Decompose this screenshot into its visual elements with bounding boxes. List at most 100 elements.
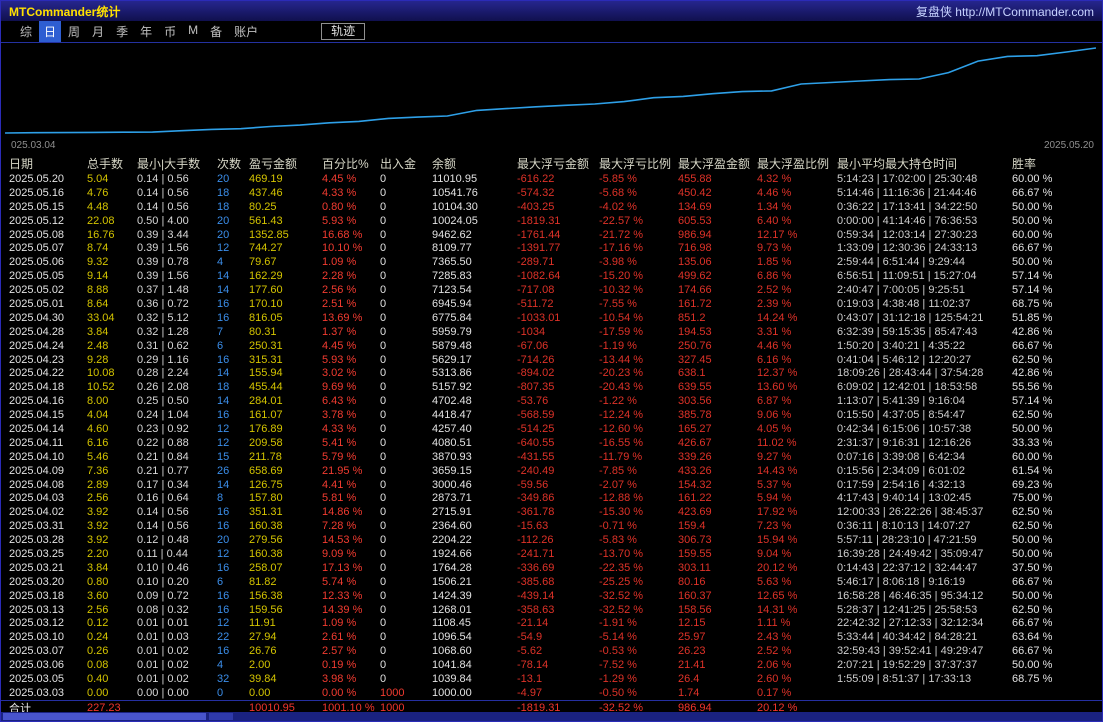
table-row[interactable]: 2025.03.21 3.84 0.10 | 0.46 16 258.07 17.13 %… [1, 561, 1102, 575]
table-row[interactable]: 2025.03.13 2.56 0.08 | 0.32 16 159.56 14.39 %… [1, 603, 1102, 617]
table-row[interactable]: 2025.05.08 16.76 0.39 | 3.44 20 1352.85 16.68… [1, 228, 1102, 242]
menu-item-year[interactable]: 年 [135, 21, 157, 42]
horizontal-scrollbar[interactable] [1, 712, 1102, 721]
header-negp[interactable]: 最大浮亏比例 [599, 155, 678, 172]
cell-negp: -0.50 % [599, 686, 637, 699]
table-row[interactable]: 2025.03.12 0.12 0.01 | 0.01 12 11.91 1.09 % 0 1… [1, 617, 1102, 631]
cell-pos: 306.73 [678, 534, 712, 547]
table-row[interactable]: 2025.03.28 3.92 0.12 | 0.48 20 279.56 14.53 %… [1, 533, 1102, 547]
cell-date: 2025.03.05 [9, 673, 65, 685]
header-pl[interactable]: 盈亏金额 [249, 155, 322, 172]
table-row[interactable]: 2025.04.28 3.84 0.32 | 1.28 7 80.31 1.37 % 0 59… [1, 325, 1102, 339]
header-pct[interactable]: 百分比% [322, 155, 380, 172]
table-row[interactable]: 2025.04.09 7.36 0.21 | 0.77 26 658.69 21.95 %… [1, 464, 1102, 478]
table-row[interactable]: 2025.05.20 5.04 0.14 | 0.56 20 469.19 4.45 % 0… [1, 172, 1102, 186]
table-row[interactable]: 2025.04.14 4.60 0.23 | 0.92 12 176.89 4.33 % 0… [1, 422, 1102, 436]
table-row[interactable]: 2025.05.07 8.74 0.39 | 1.56 12 744.27 10.10 %… [1, 241, 1102, 255]
table-row[interactable]: 2025.05.12 22.08 0.50 | 4.00 20 561.43 5.93 %… [1, 214, 1102, 228]
menu-item-week[interactable]: 周 [63, 21, 85, 42]
table-row[interactable]: 2025.05.15 4.48 0.14 | 0.56 18 80.25 0.80 % 0 1… [1, 200, 1102, 214]
cell-count: 4 [217, 659, 224, 672]
cell-pos: 303.56 [678, 395, 712, 408]
cell-time: 0:43:07 | 31:12:18 | 125:54:21 [837, 311, 984, 324]
table-row[interactable]: 2025.03.10 0.24 0.01 | 0.03 22 27.94 2.61 % 0 1… [1, 630, 1102, 644]
table-row[interactable]: 2025.03.06 0.08 0.01 | 0.02 4 2.00 0.19 % 0 104… [1, 658, 1102, 672]
table-row[interactable]: 2025.05.02 8.88 0.37 | 1.48 14 177.60 2.56 % 0… [1, 283, 1102, 297]
table-row[interactable]: 2025.05.05 9.14 0.39 | 1.56 14 162.29 2.28 % 0… [1, 269, 1102, 283]
menu-item-day[interactable]: 日 [39, 21, 62, 42]
table-row[interactable]: 2025.04.23 9.28 0.29 | 1.16 16 315.31 5.93 % 0… [1, 353, 1102, 367]
menu-item-quarter[interactable]: 季 [111, 21, 133, 42]
header-posp[interactable]: 最大浮盈比例 [757, 155, 837, 172]
table-row[interactable]: 2025.04.22 10.08 0.28 | 2.24 14 155.94 3.02 %… [1, 366, 1102, 380]
header-time[interactable]: 最小平均最大持仓时间 [837, 155, 1012, 172]
table-row[interactable]: 2025.05.01 8.64 0.36 | 0.72 16 170.10 2.51 % 0… [1, 297, 1102, 311]
header-date[interactable]: 日期 [9, 155, 87, 172]
cell-pct: 3.02 % [322, 367, 357, 380]
cell-minmax: 0.21 | 0.84 [137, 450, 189, 463]
table-row[interactable]: 2025.05.06 9.32 0.39 | 0.78 4 79.67 1.09 % 0 73… [1, 255, 1102, 269]
cell-neg: -807.35 [517, 381, 555, 394]
menu-item-currency[interactable]: 币 [159, 21, 181, 42]
cell-io: 0 [380, 603, 387, 616]
cell-lots: 3.92 [87, 506, 109, 519]
cell-pct: 4.33 % [322, 186, 357, 199]
cell-neg: -5.62 [517, 645, 543, 658]
cell-negp: -1.19 % [599, 339, 637, 352]
cell-pct: 3.78 % [322, 409, 357, 422]
table-row[interactable]: 2025.04.15 4.04 0.24 | 1.04 16 161.07 3.78 % 0… [1, 408, 1102, 422]
table-row[interactable]: 2025.04.10 5.46 0.21 | 0.84 15 211.78 5.79 % 0… [1, 450, 1102, 464]
cell-bal: 2364.60 [432, 520, 472, 533]
cell-count: 14 [217, 367, 230, 380]
table-row[interactable]: 2025.04.02 3.92 0.14 | 0.56 16 351.31 14.86 %… [1, 505, 1102, 519]
header-win[interactable]: 胜率 [1012, 155, 1082, 172]
cell-posp: 6.16 % [757, 353, 792, 366]
menu-item-month[interactable]: 月 [87, 21, 109, 42]
header-count[interactable]: 次数 [217, 155, 249, 172]
cell-bal: 6945.94 [432, 297, 472, 310]
table-row[interactable]: 2025.03.31 3.92 0.14 | 0.56 16 160.38 7.28 % 0… [1, 519, 1102, 533]
table-row[interactable]: 2025.03.03 0.00 0.00 | 0.00 0 0.00 0.00 % 1000… [1, 686, 1102, 700]
cell-win: 62.50 % [1012, 409, 1053, 422]
cell-win: 50.00 % [1012, 589, 1053, 602]
cell-date: 2025.05.15 [9, 200, 65, 213]
cell-bal: 2715.91 [432, 506, 472, 519]
menu-item-m[interactable]: M [183, 21, 203, 42]
table-row[interactable]: 2025.04.30 33.04 0.32 | 5.12 16 816.05 13.69 … [1, 311, 1102, 325]
header-bal[interactable]: 余额 [432, 155, 517, 172]
cell-pct: 14.86 % [322, 506, 363, 519]
total-pct: 1001.10 % [322, 702, 375, 712]
header-pos[interactable]: 最大浮盈金额 [678, 155, 757, 172]
cell-pct: 7.28 % [322, 520, 357, 533]
header-neg[interactable]: 最大浮亏金额 [517, 155, 599, 172]
cell-date: 2025.05.08 [9, 228, 65, 241]
table-row[interactable]: 2025.04.24 2.48 0.31 | 0.62 6 250.31 4.45 % 0 5… [1, 339, 1102, 353]
table-row[interactable]: 2025.03.18 3.60 0.09 | 0.72 16 156.38 12.33 %… [1, 589, 1102, 603]
table-row[interactable]: 2025.03.07 0.26 0.01 | 0.02 16 26.76 2.57 % 0 1… [1, 644, 1102, 658]
table-row[interactable]: 2025.04.16 8.00 0.25 | 0.50 14 284.01 6.43 % 0… [1, 394, 1102, 408]
cell-date: 2025.05.16 [9, 186, 65, 199]
cell-lots: 0.40 [87, 673, 109, 685]
scrollbar-thumb[interactable] [3, 713, 206, 720]
header-lots[interactable]: 总手数 [87, 155, 137, 172]
cell-pl: 157.80 [249, 492, 283, 505]
menu-item-summary[interactable]: 综 [15, 21, 37, 42]
track-button[interactable]: 轨迹 [321, 23, 366, 40]
header-minmax[interactable]: 最小|大手数 [137, 155, 217, 172]
table-row[interactable]: 2025.04.11 6.16 0.22 | 0.88 12 209.58 5.41 % 0… [1, 436, 1102, 450]
cell-bal: 2873.71 [432, 492, 472, 505]
table-row[interactable]: 2025.03.20 0.80 0.10 | 0.20 6 81.82 5.74 % 0 15… [1, 575, 1102, 589]
cell-minmax: 0.01 | 0.01 [137, 617, 189, 630]
cell-bal: 1108.45 [432, 617, 471, 630]
cell-count: 20 [217, 534, 230, 547]
menu-item-note[interactable]: 备 [205, 21, 227, 42]
table-row[interactable]: 2025.04.03 2.56 0.16 | 0.64 8 157.80 5.81 % 0 2… [1, 491, 1102, 505]
table-row[interactable]: 2025.05.16 4.76 0.14 | 0.56 18 437.46 4.33 % 0… [1, 186, 1102, 200]
table-row[interactable]: 2025.03.05 0.40 0.01 | 0.02 32 39.84 3.98 % 0 1… [1, 672, 1102, 686]
cell-io: 0 [380, 659, 387, 672]
table-row[interactable]: 2025.04.18 10.52 0.26 | 2.08 18 455.44 9.69 %… [1, 380, 1102, 394]
table-row[interactable]: 2025.03.25 2.20 0.11 | 0.44 12 160.38 9.09 % 0… [1, 547, 1102, 561]
menu-item-account[interactable]: 账户 [229, 21, 263, 42]
header-io[interactable]: 出入金 [380, 155, 432, 172]
table-row[interactable]: 2025.04.08 2.89 0.17 | 0.34 14 126.75 4.41 % 0… [1, 478, 1102, 492]
